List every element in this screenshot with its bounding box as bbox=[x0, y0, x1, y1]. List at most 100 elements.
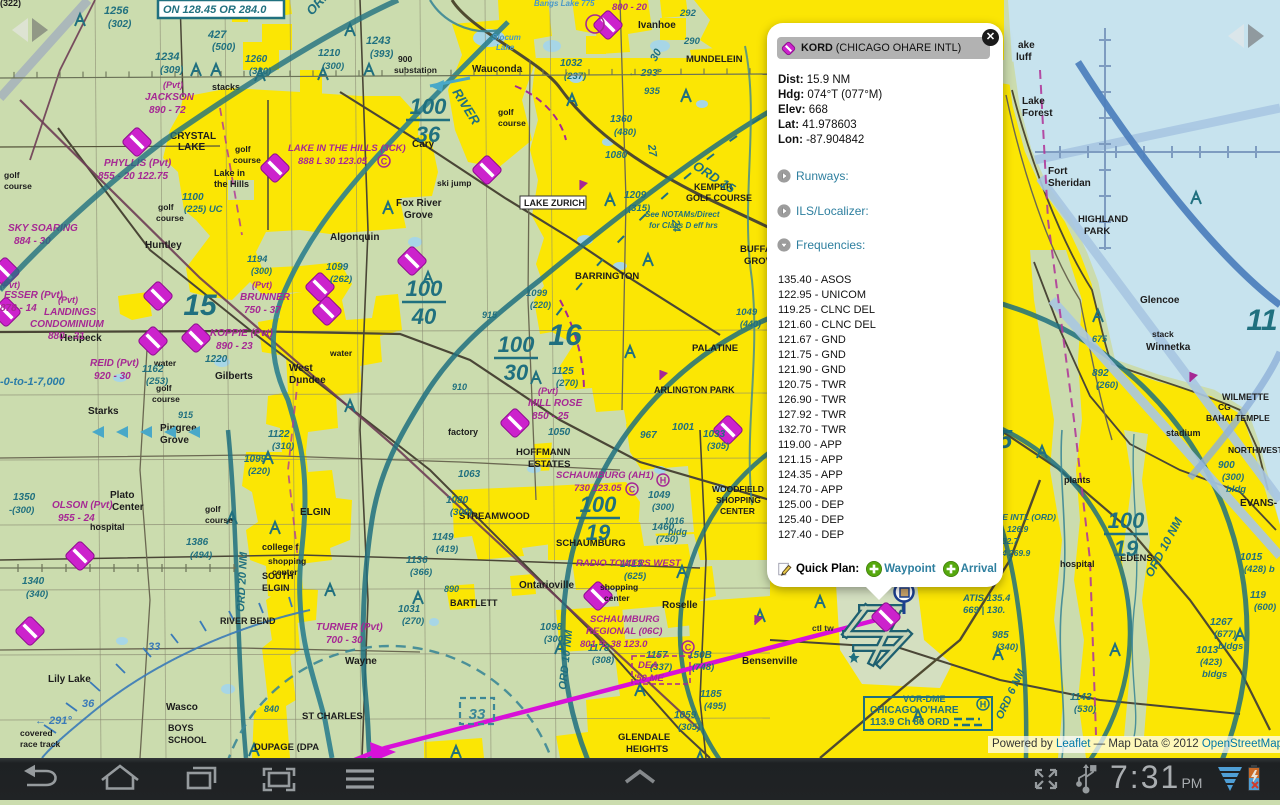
svg-text:1136: 1136 bbox=[406, 555, 428, 566]
svg-text:1194: 1194 bbox=[247, 254, 268, 265]
svg-text:course: course bbox=[156, 213, 184, 223]
svg-text:REID (Pvt): REID (Pvt) bbox=[90, 358, 140, 369]
svg-text:(366): (366) bbox=[410, 567, 432, 578]
svg-text:course: course bbox=[498, 118, 526, 128]
svg-text:ELGIN: ELGIN bbox=[300, 507, 331, 518]
svg-text:BOYS: BOYS bbox=[168, 723, 194, 733]
svg-text:1256: 1256 bbox=[104, 5, 129, 17]
svg-text:(677): (677) bbox=[1214, 629, 1236, 640]
svg-text:100: 100 bbox=[1108, 508, 1145, 533]
svg-text:1234: 1234 bbox=[155, 51, 179, 63]
svg-text:golf: golf bbox=[4, 170, 20, 180]
svg-text:OLSON (Pvt): OLSON (Pvt) bbox=[52, 500, 113, 511]
svg-text:ON 128.45 OR 284.0: ON 128.45 OR 284.0 bbox=[163, 4, 267, 16]
svg-text:Lake: Lake bbox=[496, 43, 515, 52]
svg-text:center: center bbox=[272, 567, 298, 577]
svg-text:(220): (220) bbox=[530, 300, 551, 310]
svg-text:bldg: bldg bbox=[1226, 484, 1246, 495]
svg-text:(322): (322) bbox=[0, 0, 21, 8]
svg-text:'50 ME: '50 ME bbox=[634, 673, 664, 684]
svg-text:Fox River: Fox River bbox=[396, 198, 442, 209]
svg-text:DUPAGE (DPA: DUPAGE (DPA bbox=[254, 742, 319, 753]
svg-text:(Pvt): (Pvt) bbox=[58, 295, 78, 305]
svg-text:935: 935 bbox=[644, 86, 661, 97]
svg-text:factory: factory bbox=[448, 427, 478, 437]
svg-text:MUNDELEIN: MUNDELEIN bbox=[686, 54, 743, 65]
svg-text:(Pvt): (Pvt) bbox=[538, 386, 558, 396]
svg-text:C: C bbox=[629, 485, 636, 495]
svg-text:shopping: shopping bbox=[268, 556, 306, 566]
svg-text:(300): (300) bbox=[652, 502, 674, 513]
svg-text:(225) UC: (225) UC bbox=[184, 204, 223, 215]
svg-text:888 L 30 123.05: 888 L 30 123.05 bbox=[298, 156, 368, 167]
svg-text:(423): (423) bbox=[1200, 657, 1222, 668]
svg-text:golf: golf bbox=[235, 144, 251, 154]
svg-text:RIVER BEND: RIVER BEND bbox=[220, 616, 276, 626]
svg-text:course: course bbox=[4, 181, 32, 191]
svg-text:(Pvt): (Pvt) bbox=[163, 80, 183, 90]
svg-text:(750): (750) bbox=[656, 534, 678, 545]
svg-text:(260): (260) bbox=[1096, 380, 1118, 391]
svg-text:REGIONAL (06C): REGIONAL (06C) bbox=[586, 626, 662, 637]
svg-text:(340): (340) bbox=[26, 589, 48, 600]
svg-text:290: 290 bbox=[683, 36, 701, 47]
svg-text:BARRINGTON: BARRINGTON bbox=[575, 271, 639, 282]
svg-text:1050: 1050 bbox=[548, 427, 571, 438]
svg-text:SCHAUMBURG: SCHAUMBURG bbox=[590, 614, 660, 625]
svg-text:Gilberts: Gilberts bbox=[215, 371, 253, 382]
svg-text:bldgs: bldgs bbox=[1218, 641, 1243, 652]
svg-text:900: 900 bbox=[398, 54, 412, 64]
svg-text:hospital: hospital bbox=[90, 522, 125, 532]
svg-text:33: 33 bbox=[148, 641, 160, 653]
svg-text:PALATINE: PALATINE bbox=[692, 343, 738, 354]
svg-text:(393): (393) bbox=[370, 49, 394, 60]
svg-text:EVANS-: EVANS- bbox=[1240, 498, 1277, 509]
svg-text:119: 119 bbox=[1250, 590, 1266, 601]
svg-text:ST CHARLES: ST CHARLES bbox=[302, 711, 363, 722]
svg-text:VOR-DME: VOR-DME bbox=[903, 694, 946, 704]
svg-text:1099: 1099 bbox=[244, 454, 267, 465]
svg-text:27: 27 bbox=[645, 143, 659, 159]
svg-text:BARTLETT: BARTLETT bbox=[450, 598, 498, 608]
svg-text:GLENDALE: GLENDALE bbox=[618, 732, 670, 743]
svg-text:700 - 30: 700 - 30 bbox=[326, 635, 363, 646]
svg-text:HIGHLAND: HIGHLAND bbox=[1078, 214, 1128, 225]
svg-text:1049: 1049 bbox=[648, 490, 671, 501]
svg-text:Plato: Plato bbox=[110, 490, 134, 501]
svg-text:Forest: Forest bbox=[1022, 108, 1053, 119]
svg-text:← 291°: ← 291° bbox=[35, 715, 72, 727]
svg-text:(220): (220) bbox=[248, 466, 270, 477]
svg-text:-(300): -(300) bbox=[9, 505, 34, 516]
svg-text:(237): (237) bbox=[564, 71, 586, 82]
svg-text:(440): (440) bbox=[740, 319, 761, 329]
svg-text:BAHAI TEMPLE: BAHAI TEMPLE bbox=[1206, 413, 1270, 423]
svg-text:stack: stack bbox=[1152, 329, 1174, 339]
svg-text:ARLINGTON PARK: ARLINGTON PARK bbox=[654, 385, 735, 395]
svg-text:stadium: stadium bbox=[1166, 428, 1201, 438]
svg-text:1162: 1162 bbox=[142, 364, 164, 375]
svg-text:855 - 20 122.75: 855 - 20 122.75 bbox=[98, 171, 168, 182]
svg-text:(300): (300) bbox=[1222, 472, 1244, 483]
svg-text:Sheridan: Sheridan bbox=[1048, 178, 1091, 189]
svg-text:course: course bbox=[205, 515, 233, 525]
svg-text:100: 100 bbox=[580, 492, 617, 517]
svg-text:(495): (495) bbox=[704, 701, 726, 712]
svg-text:(300): (300) bbox=[322, 61, 344, 72]
svg-text:Center: Center bbox=[112, 502, 144, 513]
svg-text:1080: 1080 bbox=[605, 150, 628, 161]
svg-text:C: C bbox=[685, 643, 692, 653]
svg-text:CENTER: CENTER bbox=[720, 506, 755, 516]
svg-text:1220: 1220 bbox=[205, 354, 228, 365]
svg-text:Lily Lake: Lily Lake bbox=[48, 674, 91, 685]
svg-text:(262): (262) bbox=[330, 274, 352, 285]
svg-text:1031: 1031 bbox=[398, 604, 421, 615]
svg-text:C: C bbox=[381, 157, 388, 167]
svg-text:(494): (494) bbox=[190, 550, 212, 561]
svg-text:892: 892 bbox=[1092, 368, 1109, 379]
svg-text:MILL ROSE: MILL ROSE bbox=[528, 398, 583, 409]
svg-text:LAKE IN THE HILLS (3CK): LAKE IN THE HILLS (3CK) bbox=[288, 143, 406, 154]
svg-text:(428) b: (428) b bbox=[1244, 564, 1275, 575]
svg-text:30: 30 bbox=[504, 360, 529, 385]
svg-text:Wayne: Wayne bbox=[345, 656, 377, 667]
svg-text:1100: 1100 bbox=[182, 192, 204, 203]
